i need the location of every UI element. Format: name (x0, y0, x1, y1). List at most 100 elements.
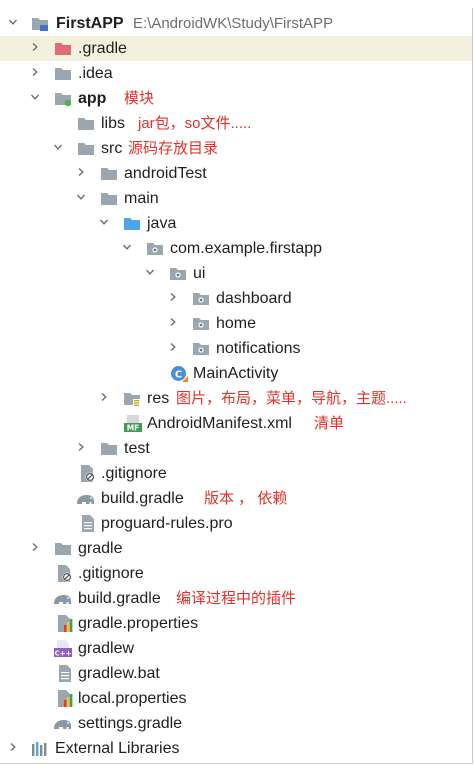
tree-row-src[interactable]: src 源码存放目录 (0, 136, 472, 161)
tree-row-local-properties[interactable]: local.properties (0, 686, 472, 711)
tree-label: java (147, 215, 177, 232)
tree-label: androidTest (124, 165, 207, 182)
tree-label: home (216, 315, 257, 332)
chevron-down-icon[interactable] (31, 93, 39, 101)
kotlin-class-icon: C (170, 365, 188, 382)
source-folder-icon (123, 215, 141, 232)
tree-label: gradlew (78, 640, 135, 657)
tree-row-test[interactable]: test (0, 436, 472, 461)
chevron-down-icon[interactable] (100, 218, 108, 226)
tree-row-libs[interactable]: libs jar包，so文件..... (0, 111, 472, 136)
tree-row-app-gitignore[interactable]: .gitignore (0, 461, 472, 486)
chevron-right-icon[interactable] (31, 543, 39, 551)
annotation-root-build-gradle: 编译过程中的插件 (176, 590, 297, 607)
text-file-icon (79, 515, 97, 532)
tree-label: gradle.properties (78, 615, 199, 632)
project-folder-icon (31, 15, 49, 32)
chevron-right-icon[interactable] (100, 393, 108, 401)
chevron-down-icon[interactable] (54, 143, 62, 151)
tree-row-manifest[interactable]: MF AndroidManifest.xml 清单 (0, 411, 472, 436)
manifest-file-icon: MF (124, 415, 142, 432)
script-file-icon: C++ (54, 640, 72, 657)
gradle-elephant-icon (76, 490, 94, 507)
tree-row-app-build-gradle[interactable]: build.gradle 版本 ， 依赖 (0, 486, 472, 511)
tree-label: test (124, 440, 150, 457)
folder-icon (54, 65, 72, 82)
chevron-right-icon[interactable] (9, 743, 17, 751)
tree-row-res[interactable]: res 图片，布局，菜单，导航，主题..... (0, 386, 472, 411)
tree-label: .gradle (78, 40, 127, 57)
tree-label: proguard-rules.pro (101, 515, 233, 532)
tree-row-home[interactable]: home (0, 311, 472, 336)
gradle-elephant-icon (53, 590, 71, 607)
tree-label: External Libraries (55, 740, 180, 757)
tree-label: local.properties (78, 690, 187, 707)
project-tree-panel: FirstAPP E:\AndroidWK\Study\FirstAPP .gr… (0, 0, 474, 764)
tree-label: ui (193, 265, 206, 282)
chevron-down-icon[interactable] (77, 193, 85, 201)
ignore-file-icon (79, 465, 97, 482)
tree-row-app[interactable]: app 模块 (0, 86, 472, 111)
package-icon (169, 265, 187, 282)
tree-row-gradle-dir[interactable]: gradle (0, 536, 472, 561)
tree-row-notifications[interactable]: notifications (0, 336, 472, 361)
chevron-right-icon[interactable] (169, 318, 177, 326)
chevron-down-icon[interactable] (9, 18, 17, 26)
tree-row-gradlew-bat[interactable]: gradlew.bat (0, 661, 472, 686)
tree-label: notifications (216, 340, 301, 357)
tree-label: main (124, 190, 159, 207)
module-folder-icon (54, 90, 72, 107)
package-icon (192, 290, 210, 307)
package-icon (192, 315, 210, 332)
tree-row-root-build-gradle[interactable]: build.gradle 编译过程中的插件 (0, 586, 472, 611)
project-path: E:\AndroidWK\Study\FirstAPP (133, 15, 334, 32)
tree-label: gradle (78, 540, 123, 557)
tree-label: settings.gradle (78, 715, 183, 732)
tree-label: com.example.firstapp (170, 240, 323, 257)
tree-label: res (147, 390, 170, 407)
properties-file-icon (56, 615, 74, 632)
chevron-right-icon[interactable] (169, 293, 177, 301)
tree-row-root-gitignore[interactable]: .gitignore (0, 561, 472, 586)
svg-text:C++: C++ (55, 650, 72, 658)
chevron-right-icon[interactable] (77, 168, 85, 176)
folder-icon (100, 440, 118, 457)
text-file-icon (56, 665, 74, 682)
folder-icon (100, 190, 118, 207)
chevron-down-icon[interactable] (146, 268, 154, 276)
tree-row-proguard[interactable]: proguard-rules.pro (0, 511, 472, 536)
svg-text:MF: MF (127, 424, 140, 433)
chevron-right-icon[interactable] (31, 43, 39, 51)
tree-row-gradlew[interactable]: C++ gradlew (0, 636, 472, 661)
tree-row-settings-gradle[interactable]: settings.gradle (0, 711, 472, 736)
tree-row-dot-gradle[interactable]: .gradle (0, 36, 472, 61)
folder-icon (54, 540, 72, 557)
tree-row-mainactivity[interactable]: C MainActivity (0, 361, 472, 386)
tree-row-main[interactable]: main (0, 186, 472, 211)
tree-label: build.gradle (78, 590, 161, 607)
annotation-res: 图片，布局，菜单，导航，主题..... (176, 390, 407, 407)
chevron-right-icon[interactable] (169, 343, 177, 351)
tree-label: .gitignore (78, 565, 144, 582)
tree-row-androidtest[interactable]: androidTest (0, 161, 472, 186)
tree-row-dashboard[interactable]: dashboard (0, 286, 472, 311)
panel-top-edge (0, 0, 474, 8)
annotation-app-build-gradle: 版本 ， 依赖 (204, 490, 288, 507)
properties-file-icon (56, 690, 74, 707)
annotation-src: 源码存放目录 (128, 140, 219, 157)
tree-label: MainActivity (193, 365, 279, 382)
annotation-libs: jar包，so文件..... (138, 115, 252, 132)
tree-row-idea[interactable]: .idea (0, 61, 472, 86)
ignore-file-icon (56, 565, 74, 582)
tree-label: src (101, 140, 123, 157)
tree-row-java[interactable]: java (0, 211, 472, 236)
tree-row-package[interactable]: com.example.firstapp (0, 236, 472, 261)
tree-row-ui[interactable]: ui (0, 261, 472, 286)
chevron-right-icon[interactable] (77, 443, 85, 451)
annotation-app: 模块 (124, 90, 155, 107)
tree-row-firstapp[interactable]: FirstAPP E:\AndroidWK\Study\FirstAPP (0, 11, 472, 36)
chevron-down-icon[interactable] (123, 243, 131, 251)
tree-row-external-libraries[interactable]: External Libraries (0, 736, 472, 761)
tree-row-gradle-properties[interactable]: gradle.properties (0, 611, 472, 636)
chevron-right-icon[interactable] (31, 68, 39, 76)
